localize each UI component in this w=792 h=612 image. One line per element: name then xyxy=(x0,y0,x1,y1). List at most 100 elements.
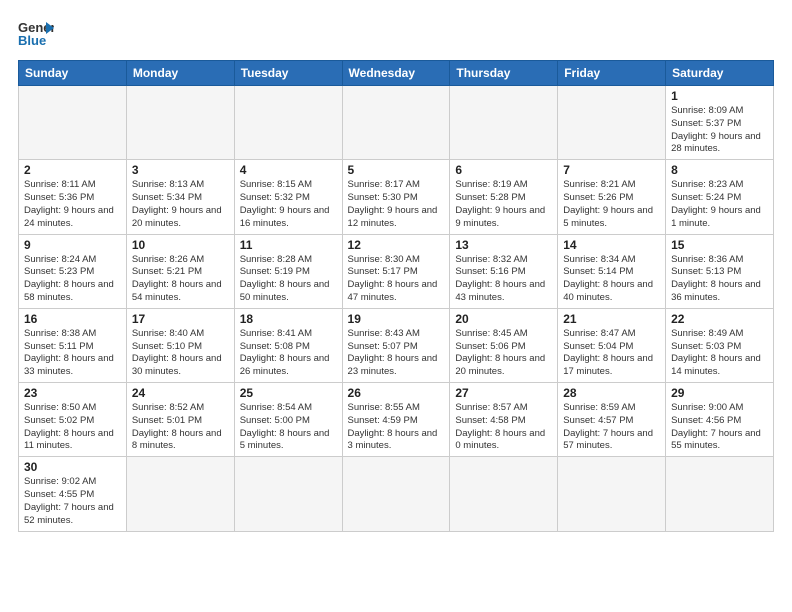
weekday-header-tuesday: Tuesday xyxy=(234,61,342,86)
calendar-week-2: 2 Sunrise: 8:11 AM Sunset: 5:36 PM Daylig… xyxy=(19,160,774,234)
day-number: 21 xyxy=(563,312,660,326)
day-number: 3 xyxy=(132,163,229,177)
day-info: Sunrise: 8:26 AM Sunset: 5:21 PM Dayligh… xyxy=(132,254,229,305)
day-number: 29 xyxy=(671,386,768,400)
day-info: Sunrise: 8:36 AM Sunset: 5:13 PM Dayligh… xyxy=(671,254,768,305)
calendar-cell: 20 Sunrise: 8:45 AM Sunset: 5:06 PM Dayli… xyxy=(450,308,558,382)
day-number: 7 xyxy=(563,163,660,177)
weekday-header-row: SundayMondayTuesdayWednesdayThursdayFrid… xyxy=(19,61,774,86)
day-info: Sunrise: 8:43 AM Sunset: 5:07 PM Dayligh… xyxy=(348,328,445,379)
day-number: 25 xyxy=(240,386,337,400)
calendar-cell: 21 Sunrise: 8:47 AM Sunset: 5:04 PM Dayli… xyxy=(558,308,666,382)
calendar-cell xyxy=(126,457,234,531)
day-number: 19 xyxy=(348,312,445,326)
calendar-week-1: 1 Sunrise: 8:09 AM Sunset: 5:37 PM Daylig… xyxy=(19,86,774,160)
calendar-cell xyxy=(19,86,127,160)
calendar-cell: 23Sunrise: 8:50 AM Sunset: 5:02 PM Dayli… xyxy=(19,383,127,457)
day-number: 27 xyxy=(455,386,552,400)
calendar-cell: 7 Sunrise: 8:21 AM Sunset: 5:26 PM Daylig… xyxy=(558,160,666,234)
day-info: Sunrise: 8:57 AM Sunset: 4:58 PM Dayligh… xyxy=(455,402,552,453)
day-number: 22 xyxy=(671,312,768,326)
day-info: Sunrise: 8:23 AM Sunset: 5:24 PM Dayligh… xyxy=(671,179,768,230)
calendar-cell: 18Sunrise: 8:41 AM Sunset: 5:08 PM Dayli… xyxy=(234,308,342,382)
calendar: SundayMondayTuesdayWednesdayThursdayFrid… xyxy=(18,60,774,532)
calendar-cell: 12Sunrise: 8:30 AM Sunset: 5:17 PM Dayli… xyxy=(342,234,450,308)
calendar-cell: 8Sunrise: 8:23 AM Sunset: 5:24 PM Daylig… xyxy=(666,160,774,234)
calendar-body: 1 Sunrise: 8:09 AM Sunset: 5:37 PM Daylig… xyxy=(19,86,774,532)
day-info: Sunrise: 8:45 AM Sunset: 5:06 PM Dayligh… xyxy=(455,328,552,379)
calendar-cell: 26Sunrise: 8:55 AM Sunset: 4:59 PM Dayli… xyxy=(342,383,450,457)
day-info: Sunrise: 8:11 AM Sunset: 5:36 PM Dayligh… xyxy=(24,179,121,230)
calendar-cell xyxy=(666,457,774,531)
day-info: Sunrise: 8:32 AM Sunset: 5:16 PM Dayligh… xyxy=(455,254,552,305)
day-info: Sunrise: 8:09 AM Sunset: 5:37 PM Dayligh… xyxy=(671,105,768,156)
day-number: 1 xyxy=(671,89,768,103)
calendar-cell: 25 Sunrise: 8:54 AM Sunset: 5:00 PM Dayli… xyxy=(234,383,342,457)
day-info: Sunrise: 8:24 AM Sunset: 5:23 PM Dayligh… xyxy=(24,254,121,305)
calendar-cell: 3 Sunrise: 8:13 AM Sunset: 5:34 PM Daylig… xyxy=(126,160,234,234)
calendar-week-4: 16 Sunrise: 8:38 AM Sunset: 5:11 PM Dayli… xyxy=(19,308,774,382)
calendar-cell: 13 Sunrise: 8:32 AM Sunset: 5:16 PM Dayli… xyxy=(450,234,558,308)
logo: General Blue xyxy=(18,18,54,48)
day-number: 20 xyxy=(455,312,552,326)
day-number: 26 xyxy=(348,386,445,400)
day-number: 12 xyxy=(348,238,445,252)
weekday-header-monday: Monday xyxy=(126,61,234,86)
day-number: 10 xyxy=(132,238,229,252)
generalblue-logo-icon: General Blue xyxy=(18,18,54,48)
day-info: Sunrise: 8:40 AM Sunset: 5:10 PM Dayligh… xyxy=(132,328,229,379)
day-number: 28 xyxy=(563,386,660,400)
day-number: 5 xyxy=(348,163,445,177)
day-info: Sunrise: 8:34 AM Sunset: 5:14 PM Dayligh… xyxy=(563,254,660,305)
day-info: Sunrise: 8:54 AM Sunset: 5:00 PM Dayligh… xyxy=(240,402,337,453)
day-info: Sunrise: 8:17 AM Sunset: 5:30 PM Dayligh… xyxy=(348,179,445,230)
day-number: 16 xyxy=(24,312,121,326)
day-info: Sunrise: 8:47 AM Sunset: 5:04 PM Dayligh… xyxy=(563,328,660,379)
day-number: 9 xyxy=(24,238,121,252)
day-number: 30 xyxy=(24,460,121,474)
calendar-cell: 1 Sunrise: 8:09 AM Sunset: 5:37 PM Daylig… xyxy=(666,86,774,160)
day-number: 17 xyxy=(132,312,229,326)
weekday-header-friday: Friday xyxy=(558,61,666,86)
calendar-cell: 10 Sunrise: 8:26 AM Sunset: 5:21 PM Dayli… xyxy=(126,234,234,308)
day-info: Sunrise: 8:59 AM Sunset: 4:57 PM Dayligh… xyxy=(563,402,660,453)
day-info: Sunrise: 8:19 AM Sunset: 5:28 PM Dayligh… xyxy=(455,179,552,230)
calendar-week-6: 30 Sunrise: 9:02 AM Sunset: 4:55 PM Dayli… xyxy=(19,457,774,531)
calendar-cell: 5 Sunrise: 8:17 AM Sunset: 5:30 PM Daylig… xyxy=(342,160,450,234)
calendar-cell xyxy=(342,86,450,160)
header: General Blue xyxy=(18,18,774,48)
calendar-cell xyxy=(342,457,450,531)
day-info: Sunrise: 8:38 AM Sunset: 5:11 PM Dayligh… xyxy=(24,328,121,379)
day-info: Sunrise: 8:28 AM Sunset: 5:19 PM Dayligh… xyxy=(240,254,337,305)
calendar-cell: 15Sunrise: 8:36 AM Sunset: 5:13 PM Dayli… xyxy=(666,234,774,308)
day-info: Sunrise: 9:02 AM Sunset: 4:55 PM Dayligh… xyxy=(24,476,121,527)
calendar-cell: 28 Sunrise: 8:59 AM Sunset: 4:57 PM Dayli… xyxy=(558,383,666,457)
calendar-cell xyxy=(558,86,666,160)
day-info: Sunrise: 8:41 AM Sunset: 5:08 PM Dayligh… xyxy=(240,328,337,379)
calendar-cell xyxy=(450,457,558,531)
calendar-cell: 29Sunrise: 9:00 AM Sunset: 4:56 PM Dayli… xyxy=(666,383,774,457)
weekday-header-sunday: Sunday xyxy=(19,61,127,86)
calendar-cell: 17 Sunrise: 8:40 AM Sunset: 5:10 PM Dayli… xyxy=(126,308,234,382)
weekday-header-thursday: Thursday xyxy=(450,61,558,86)
day-number: 2 xyxy=(24,163,121,177)
calendar-cell: 6 Sunrise: 8:19 AM Sunset: 5:28 PM Daylig… xyxy=(450,160,558,234)
day-number: 6 xyxy=(455,163,552,177)
calendar-cell xyxy=(126,86,234,160)
day-info: Sunrise: 8:13 AM Sunset: 5:34 PM Dayligh… xyxy=(132,179,229,230)
calendar-cell: 27 Sunrise: 8:57 AM Sunset: 4:58 PM Dayli… xyxy=(450,383,558,457)
day-number: 24 xyxy=(132,386,229,400)
calendar-week-3: 9 Sunrise: 8:24 AM Sunset: 5:23 PM Daylig… xyxy=(19,234,774,308)
day-info: Sunrise: 8:52 AM Sunset: 5:01 PM Dayligh… xyxy=(132,402,229,453)
day-number: 13 xyxy=(455,238,552,252)
weekday-header-saturday: Saturday xyxy=(666,61,774,86)
calendar-cell: 19 Sunrise: 8:43 AM Sunset: 5:07 PM Dayli… xyxy=(342,308,450,382)
calendar-cell: 24 Sunrise: 8:52 AM Sunset: 5:01 PM Dayli… xyxy=(126,383,234,457)
calendar-cell xyxy=(558,457,666,531)
calendar-cell: 22Sunrise: 8:49 AM Sunset: 5:03 PM Dayli… xyxy=(666,308,774,382)
day-number: 23 xyxy=(24,386,121,400)
day-info: Sunrise: 8:21 AM Sunset: 5:26 PM Dayligh… xyxy=(563,179,660,230)
calendar-cell: 9 Sunrise: 8:24 AM Sunset: 5:23 PM Daylig… xyxy=(19,234,127,308)
calendar-cell: 14Sunrise: 8:34 AM Sunset: 5:14 PM Dayli… xyxy=(558,234,666,308)
day-number: 4 xyxy=(240,163,337,177)
